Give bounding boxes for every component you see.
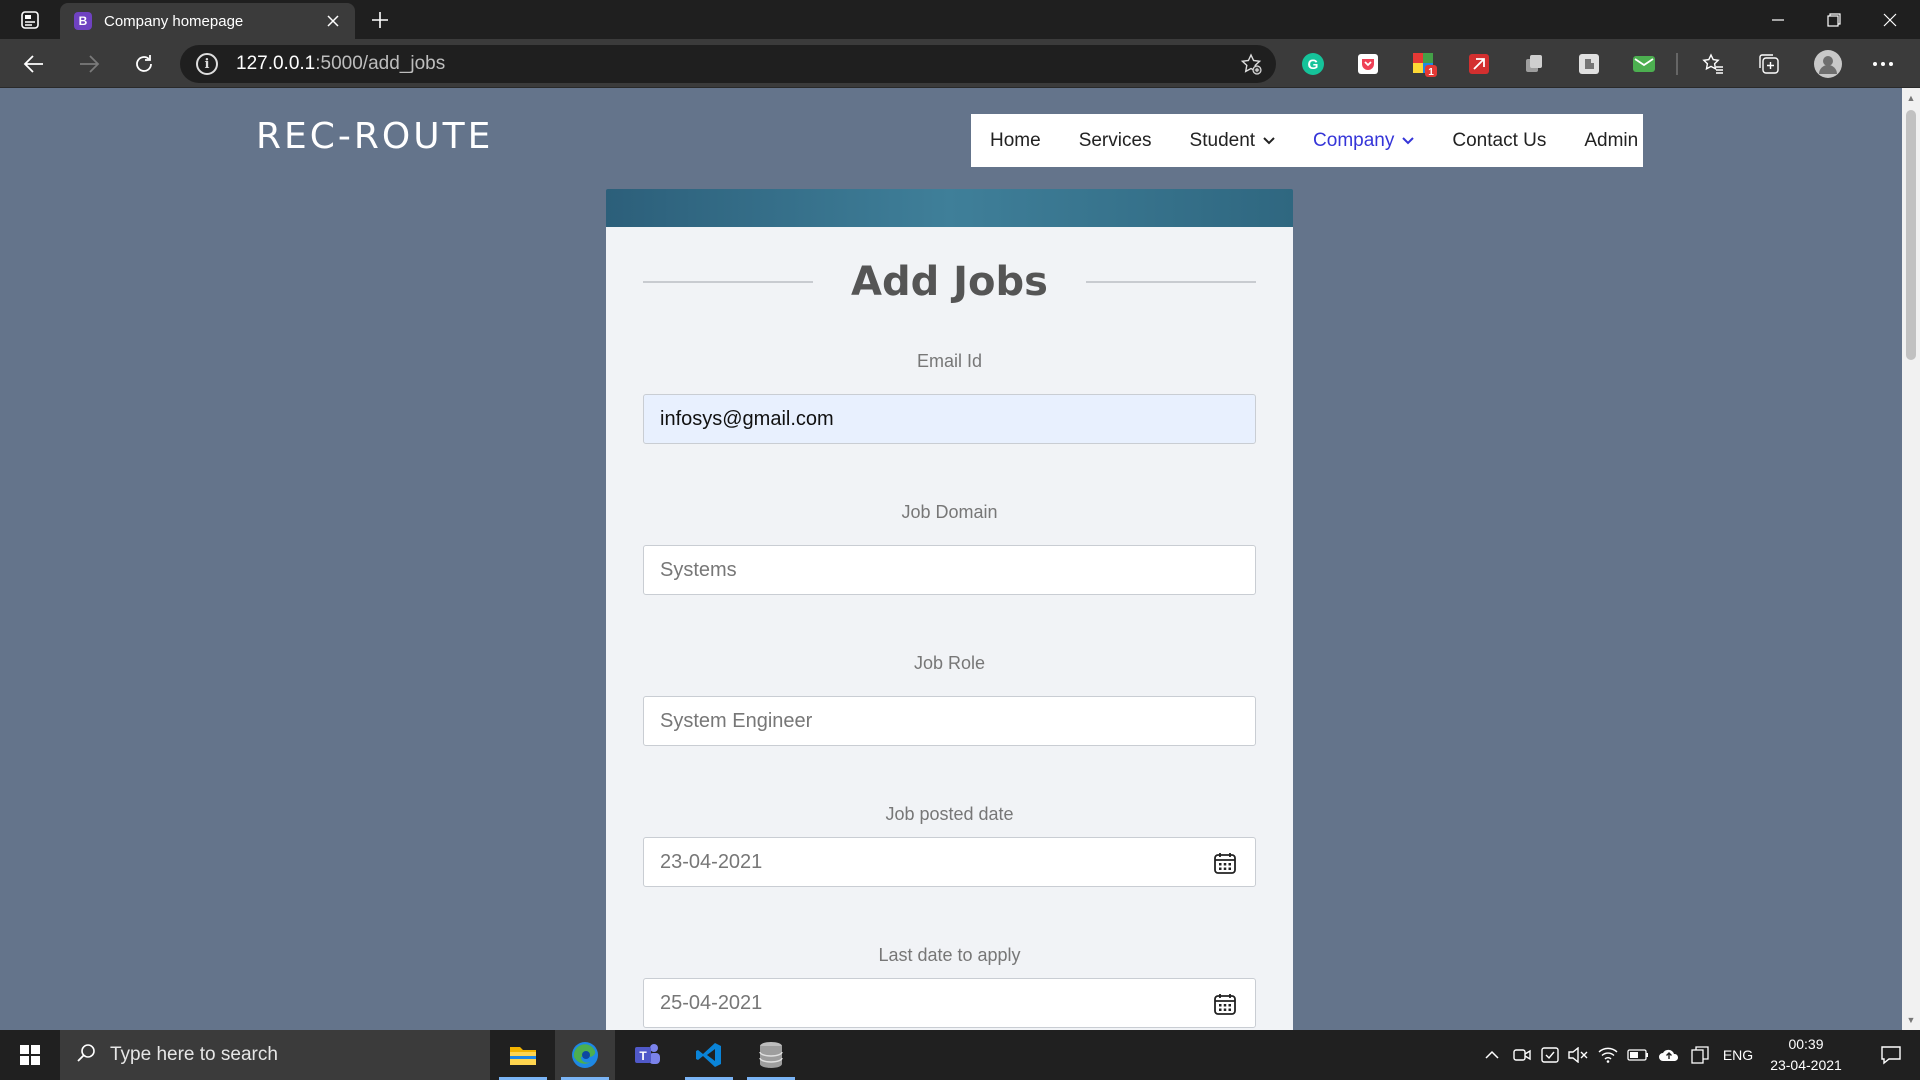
battery-icon[interactable]	[1626, 1030, 1650, 1080]
form-card-header	[606, 189, 1293, 227]
calendar-icon[interactable]	[1213, 851, 1237, 875]
browser-tab[interactable]: B Company homepage	[60, 3, 355, 39]
nav-home-label: Home	[990, 129, 1041, 151]
volume-muted-icon[interactable]	[1566, 1030, 1590, 1080]
back-arrow-icon[interactable]	[17, 47, 51, 81]
clock-date: 23-04-2021	[1770, 1057, 1842, 1073]
tab-title: Company homepage	[104, 12, 244, 30]
copy-extension-icon[interactable]	[1521, 51, 1547, 77]
browser-tab-bar: B Company homepage	[0, 0, 1920, 39]
security-shield-icon[interactable]	[1538, 1030, 1562, 1080]
tablet-mode-icon[interactable]	[1688, 1030, 1712, 1080]
toolbar-divider	[1676, 53, 1678, 75]
nav-student-label: Student	[1189, 129, 1256, 151]
email-input[interactable]: infosys@gmail.com	[643, 394, 1256, 444]
url-host: 127.0.0.1	[236, 53, 316, 74]
svg-text:T: T	[639, 1049, 647, 1063]
collections-icon[interactable]	[1756, 51, 1782, 77]
site-info-icon[interactable]: i	[196, 53, 218, 75]
chevron-down-icon	[1263, 136, 1275, 145]
main-nav: Home Services Student Company Contact Us…	[971, 114, 1643, 167]
badge-extension-icon[interactable]: 1	[1411, 51, 1437, 77]
pocket-icon[interactable]	[1355, 51, 1381, 77]
extension-badge-count: 1	[1428, 67, 1434, 77]
nav-contact-label: Contact Us	[1452, 129, 1547, 151]
scroll-down-icon[interactable]: ▼	[1905, 1014, 1917, 1026]
file-explorer-icon[interactable]	[493, 1030, 553, 1080]
last-date-label: Last date to apply	[878, 945, 1021, 965]
puzzle-extension-icon[interactable]	[1576, 51, 1602, 77]
title-divider-right	[1085, 281, 1256, 283]
minimize-window-icon[interactable]	[1750, 0, 1806, 39]
taskbar-search-box[interactable]: Type here to search	[60, 1030, 490, 1080]
job-domain-label: Job Domain	[901, 502, 998, 522]
profile-avatar-icon[interactable]	[1813, 49, 1843, 79]
add-favorite-icon[interactable]	[1236, 49, 1266, 79]
nav-home[interactable]: Home	[990, 130, 1041, 152]
restore-window-icon[interactable]	[1806, 0, 1862, 39]
chevron-down-icon	[1402, 136, 1415, 145]
nav-company-dropdown[interactable]: Company	[1313, 129, 1415, 152]
last-date-input[interactable]: 25-04-2021	[643, 978, 1256, 1028]
close-window-icon[interactable]	[1862, 0, 1918, 39]
page-title: Add Jobs	[851, 259, 1048, 305]
address-bar[interactable]: i 127.0.0.1:5000/add_jobs	[180, 45, 1276, 83]
add-jobs-form-card: Add Jobs Email Id infosys@gmail.com Job …	[606, 227, 1293, 1030]
job-domain-input[interactable]: Systems	[643, 545, 1256, 595]
browser-toolbar: i 127.0.0.1:5000/add_jobs G 1	[0, 39, 1920, 88]
job-posted-date-value: 23-04-2021	[660, 850, 763, 873]
edge-browser-icon[interactable]	[555, 1030, 615, 1080]
form-title-row: Add Jobs	[643, 257, 1256, 307]
nav-contact-us[interactable]: Contact Us	[1452, 130, 1546, 152]
nav-admin[interactable]: Admin	[1584, 130, 1638, 152]
new-tab-icon[interactable]	[366, 6, 394, 34]
favorites-icon[interactable]	[1700, 51, 1726, 77]
show-hidden-icons-chevron-icon[interactable]	[1480, 1030, 1504, 1080]
onedrive-cloud-icon[interactable]	[1656, 1030, 1682, 1080]
site-brand-logo[interactable]: REC-ROUTE	[256, 116, 493, 157]
calendar-icon[interactable]	[1213, 992, 1237, 1016]
close-tab-icon[interactable]	[323, 11, 343, 31]
windows-start-icon[interactable]	[0, 1030, 60, 1080]
job-role-label: Job Role	[913, 653, 986, 673]
taskbar-clock[interactable]: 00:39 23-04-2021	[1762, 1034, 1850, 1076]
svg-text:G: G	[1308, 56, 1319, 72]
search-icon	[76, 1043, 96, 1068]
job-role-input[interactable]: System Engineer	[643, 696, 1256, 746]
last-date-value: 25-04-2021	[660, 991, 763, 1014]
taskbar-search-placeholder: Type here to search	[110, 1044, 278, 1065]
clock-time: 00:39	[1788, 1036, 1824, 1052]
database-app-icon[interactable]	[741, 1030, 801, 1080]
page-viewport: REC-ROUTE Home Services Student Company …	[0, 88, 1902, 1030]
url-path: :5000/add_jobs	[315, 53, 446, 74]
bootstrap-favicon-icon: B	[74, 12, 92, 30]
email-label: Email Id	[916, 351, 983, 371]
more-options-icon[interactable]	[1870, 51, 1896, 77]
teams-icon[interactable]: T	[617, 1030, 677, 1080]
language-indicator[interactable]: ENG	[1718, 1030, 1758, 1080]
wifi-icon[interactable]	[1596, 1030, 1620, 1080]
tab-actions-icon[interactable]	[12, 8, 48, 32]
grammarly-icon[interactable]: G	[1300, 51, 1326, 77]
job-posted-date-input[interactable]: 23-04-2021	[643, 837, 1256, 887]
pdf-extension-icon[interactable]	[1466, 51, 1492, 77]
address-url[interactable]: 127.0.0.1:5000/add_jobs	[236, 53, 1236, 75]
page-scrollbar[interactable]: ▲ ▼	[1902, 88, 1920, 1030]
refresh-icon[interactable]	[127, 47, 161, 81]
scrollbar-thumb[interactable]	[1906, 110, 1916, 360]
nav-company-label: Company	[1313, 129, 1395, 151]
forward-arrow-icon[interactable]	[72, 47, 106, 81]
windows-taskbar: Type here to search T ENG 00:39 23-04-20…	[0, 1030, 1920, 1080]
mail-extension-icon[interactable]	[1631, 51, 1657, 77]
nav-services[interactable]: Services	[1079, 130, 1152, 152]
nav-admin-label: Admin	[1584, 129, 1639, 151]
scroll-up-icon[interactable]: ▲	[1905, 92, 1917, 104]
nav-student-dropdown[interactable]: Student	[1190, 130, 1276, 152]
vscode-icon[interactable]	[679, 1030, 739, 1080]
title-divider-left	[643, 281, 814, 283]
nav-services-label: Services	[1078, 129, 1152, 151]
meet-now-icon[interactable]	[1510, 1030, 1534, 1080]
action-center-icon[interactable]	[1862, 1030, 1920, 1080]
job-posted-date-label: Job posted date	[885, 804, 1014, 824]
